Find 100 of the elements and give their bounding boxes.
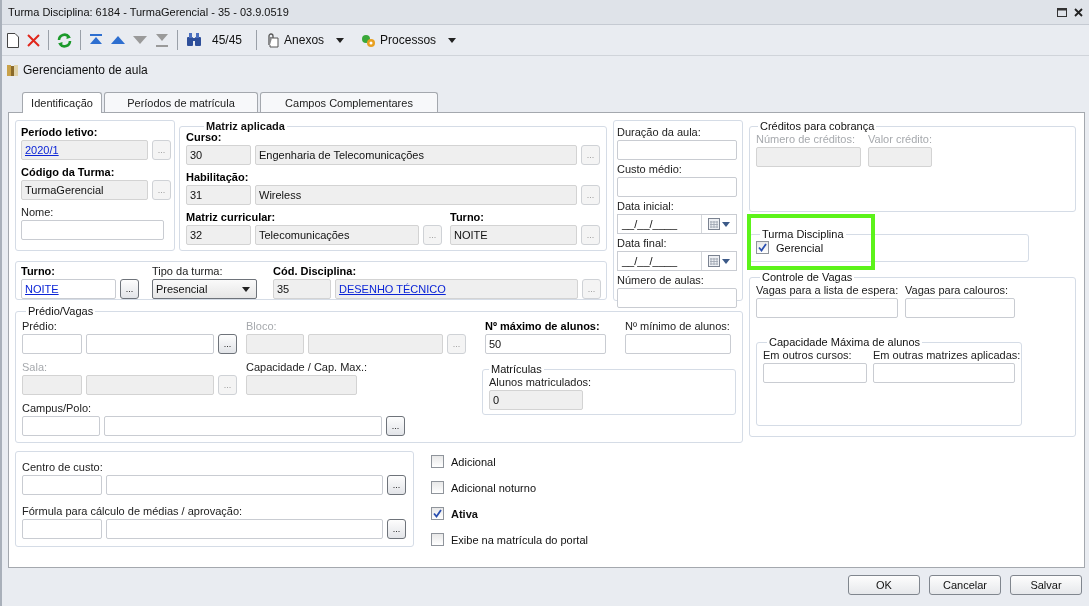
checkbox-label: Adicional noturno [451, 481, 536, 494]
tab[interactable]: Períodos de matrícula [104, 92, 258, 112]
input-field[interactable] [106, 475, 383, 495]
checkbox-label: Ativa [451, 507, 478, 520]
dialog-button[interactable]: Cancelar [929, 575, 1001, 595]
input-field[interactable]: Wireless [255, 185, 577, 205]
field-label: Data inicial: [617, 199, 674, 213]
input-field[interactable] [756, 298, 898, 318]
field-label: Alunos matriculados: [489, 375, 592, 389]
input-field[interactable] [22, 416, 100, 436]
input-field[interactable]: 2020/1 [21, 140, 148, 160]
input-field[interactable]: 35 [273, 279, 331, 299]
page-heading: Gerenciamento de aula [23, 63, 148, 77]
field-label: Nome: [21, 205, 54, 219]
group-title: Créditos para cobrança [759, 120, 876, 132]
input-field[interactable] [104, 416, 382, 436]
input-field[interactable]: NOITE [450, 225, 577, 245]
field-label: Fórmula para cálculo de médias / aprovação: [22, 504, 243, 518]
checkbox[interactable] [431, 481, 444, 494]
field-label: Período letivo: [21, 125, 98, 139]
paperclip-icon [265, 32, 281, 48]
refresh-icon[interactable] [57, 32, 72, 48]
calendar-icon [708, 218, 720, 230]
caret-icon [722, 221, 730, 227]
input-field[interactable]: 30 [186, 145, 251, 165]
lookup-button[interactable]: ... [120, 279, 139, 299]
field-label: Em outras matrizes aplicadas: [873, 348, 1021, 362]
input-field[interactable]: NOITE [21, 279, 116, 299]
toolbar-menu-button[interactable]: Processos [360, 32, 465, 48]
new-document-icon[interactable] [7, 32, 19, 48]
field-label: Habilitação: [186, 170, 249, 184]
date-field[interactable]: __/__/____ [617, 214, 737, 234]
tab[interactable]: Identificação [22, 92, 102, 113]
field-label: Sala: [22, 360, 48, 374]
field-label: Número de aulas: [617, 273, 704, 287]
input-field[interactable] [617, 177, 737, 197]
input-field[interactable] [625, 334, 731, 354]
input-field[interactable]: 32 [186, 225, 251, 245]
restore-icon[interactable] [1057, 7, 1067, 17]
input-field[interactable] [86, 334, 214, 354]
last-record-icon[interactable] [155, 33, 169, 47]
input-field[interactable]: Telecomunicações [255, 225, 419, 245]
date-field[interactable]: __/__/____ [617, 251, 737, 271]
next-record-icon[interactable] [133, 36, 147, 44]
checkbox[interactable] [431, 455, 444, 468]
input-field[interactable] [22, 519, 102, 539]
toolbar-menu-button[interactable]: Anexos [265, 32, 353, 48]
field-label: Bloco: [246, 319, 277, 333]
caret-icon [448, 37, 457, 43]
field-label: Data final: [617, 236, 667, 250]
field-label: Centro de custo: [22, 460, 103, 474]
input-field[interactable] [246, 375, 357, 395]
checkbox[interactable] [431, 533, 444, 546]
field-label: Vagas para a lista de espera: [756, 283, 899, 297]
lookup-button[interactable]: ... [387, 475, 406, 495]
field-label: Tipo da turma: [152, 264, 223, 278]
lookup-button[interactable]: ... [218, 334, 237, 354]
input-field[interactable] [763, 363, 867, 383]
lookup-button[interactable]: ... [387, 519, 406, 539]
input-field[interactable] [106, 519, 383, 539]
field-label: Curso: [186, 130, 222, 144]
previous-record-icon[interactable] [111, 36, 125, 44]
input-field[interactable]: DESENHO TÉCNICO [335, 279, 578, 299]
caret-icon [336, 37, 345, 43]
delete-icon[interactable] [27, 33, 40, 47]
first-record-icon[interactable] [89, 33, 103, 47]
tab[interactable]: Campos Complementares [260, 92, 438, 112]
input-field[interactable] [617, 140, 737, 160]
input-field[interactable] [22, 475, 102, 495]
input-field[interactable]: Engenharia de Telecomunicações [255, 145, 577, 165]
field-label: Valor crédito: [868, 132, 932, 146]
input-field[interactable]: 0 [489, 390, 583, 410]
close-icon[interactable] [1074, 7, 1083, 17]
field-label: Cód. Disciplina: [273, 264, 357, 278]
input-field[interactable] [22, 334, 82, 354]
input-field[interactable]: 31 [186, 185, 251, 205]
field-label: Nº mínimo de alunos: [625, 319, 730, 333]
dropdown[interactable]: Presencial [152, 279, 257, 299]
input-field[interactable] [617, 288, 737, 308]
input-field[interactable]: 50 [485, 334, 606, 354]
book-icon [6, 63, 19, 77]
field-label: Número de créditos: [756, 132, 856, 146]
checkbox[interactable] [756, 241, 769, 254]
group-title: Capacidade Máxima de alunos [768, 336, 922, 348]
field-label: Campus/Polo: [22, 401, 92, 415]
caret-icon [722, 258, 730, 264]
window-title: Turma Disciplina: 6184 - TurmaGerencial - 35 - 03.9.0519 [8, 6, 290, 18]
input-field[interactable] [21, 220, 164, 240]
binoculars-icon[interactable] [186, 33, 202, 47]
checkbox-label: Gerencial [776, 241, 824, 254]
dialog-button[interactable]: OK [848, 575, 920, 595]
checkbox[interactable] [431, 507, 444, 520]
lookup-button[interactable]: ... [386, 416, 405, 436]
input-field[interactable] [873, 363, 1015, 383]
group-title: Controle de Vagas [761, 271, 854, 283]
input-field[interactable]: TurmaGerencial [21, 180, 148, 200]
field-label: Vagas para calouros: [905, 283, 1009, 297]
input-field[interactable] [905, 298, 1015, 318]
field-label: Turno: [21, 264, 55, 278]
dialog-button[interactable]: Salvar [1010, 575, 1082, 595]
